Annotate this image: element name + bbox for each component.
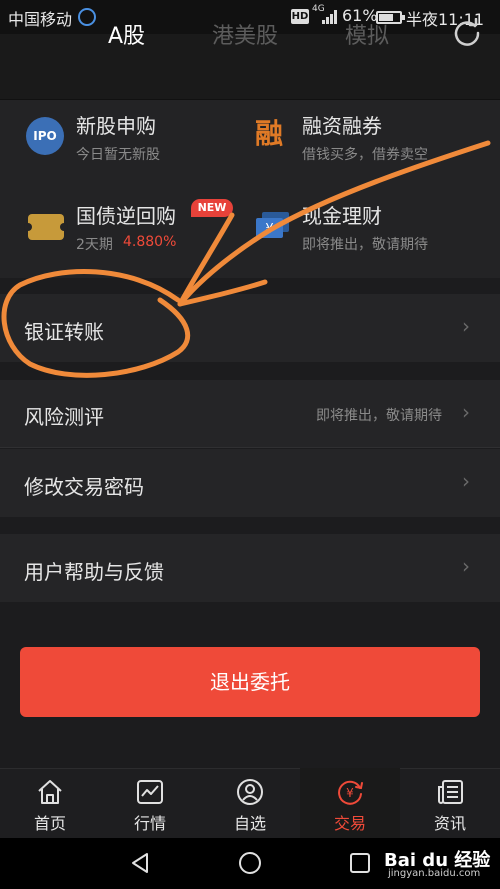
nav-news-label: 资讯 <box>433 814 466 833</box>
hd-badge: HD <box>291 9 309 24</box>
nav-news[interactable]: 资讯 <box>400 768 500 838</box>
nav-trade-label: 交易 <box>333 814 366 833</box>
home-icon <box>38 780 62 804</box>
tab-a-shares[interactable]: A股 <box>108 18 145 50</box>
margin-trading-title: 融资融券 <box>302 114 382 138</box>
svg-text:¥: ¥ <box>346 786 354 800</box>
nav-home[interactable]: 首页 <box>0 768 100 838</box>
back-icon[interactable] <box>128 851 152 875</box>
carrier-badge-icon <box>78 8 96 26</box>
risk-assessment-label: 风险测评 <box>24 405 104 429</box>
svg-text:¥: ¥ <box>265 222 273 237</box>
market-chart-icon <box>137 780 163 804</box>
ipo-title: 新股申购 <box>76 114 156 138</box>
chevron-right-icon: › <box>462 314 470 338</box>
change-password-label: 修改交易密码 <box>24 475 144 499</box>
tab-hk-us-stocks[interactable]: 港美股 <box>212 18 278 50</box>
chevron-right-icon: › <box>462 400 470 424</box>
ticket-icon <box>24 214 68 240</box>
watermark-url: jingyan.baidu.com <box>388 868 481 879</box>
bank-transfer-label: 银证转账 <box>24 320 104 344</box>
margin-trading-icon: 融 <box>255 117 284 150</box>
nav-watchlist-label: 自选 <box>233 814 266 833</box>
reverse-repo-title: 国债逆回购 <box>76 204 176 228</box>
nav-trade[interactable]: ¥ 交易 <box>300 768 400 838</box>
chevron-right-icon: › <box>462 469 470 493</box>
news-icon <box>438 780 463 804</box>
risk-assessment-hint: 即将推出，敬请期待 <box>316 408 442 424</box>
reverse-repo-rate: 4.880% <box>123 234 177 250</box>
margin-trading-subtitle: 借钱买多，借券卖空 <box>302 147 428 163</box>
help-feedback-label: 用户帮助与反馈 <box>24 560 164 584</box>
refresh-icon[interactable] <box>452 18 482 48</box>
chevron-right-icon: › <box>462 554 470 578</box>
watchlist-user-icon <box>237 779 263 805</box>
ipo-icon: IPO <box>26 117 64 155</box>
carrier-name: 中国移动 <box>8 10 73 29</box>
new-badge: NEW <box>191 199 233 217</box>
home-circle-icon[interactable] <box>238 851 262 875</box>
cash-management-subtitle: 即将推出，敬请期待 <box>302 237 428 253</box>
logout-button[interactable]: 退出委托 <box>20 647 480 717</box>
signal-icon <box>322 10 338 24</box>
nav-home-label: 首页 <box>33 814 66 833</box>
nav-market-label: 行情 <box>133 814 166 833</box>
cash-management-icon: ¥ <box>256 212 289 238</box>
nav-watchlist[interactable]: 自选 <box>200 768 300 838</box>
reverse-repo-term: 2天期 <box>76 237 113 253</box>
recents-icon[interactable] <box>348 851 372 875</box>
cash-management-title: 现金理财 <box>302 204 382 228</box>
ipo-subtitle: 今日暂无新股 <box>76 147 160 163</box>
trade-yuan-icon: ¥ <box>338 780 363 805</box>
nav-market[interactable]: 行情 <box>100 768 200 838</box>
tab-simulation[interactable]: 模拟 <box>345 18 389 50</box>
